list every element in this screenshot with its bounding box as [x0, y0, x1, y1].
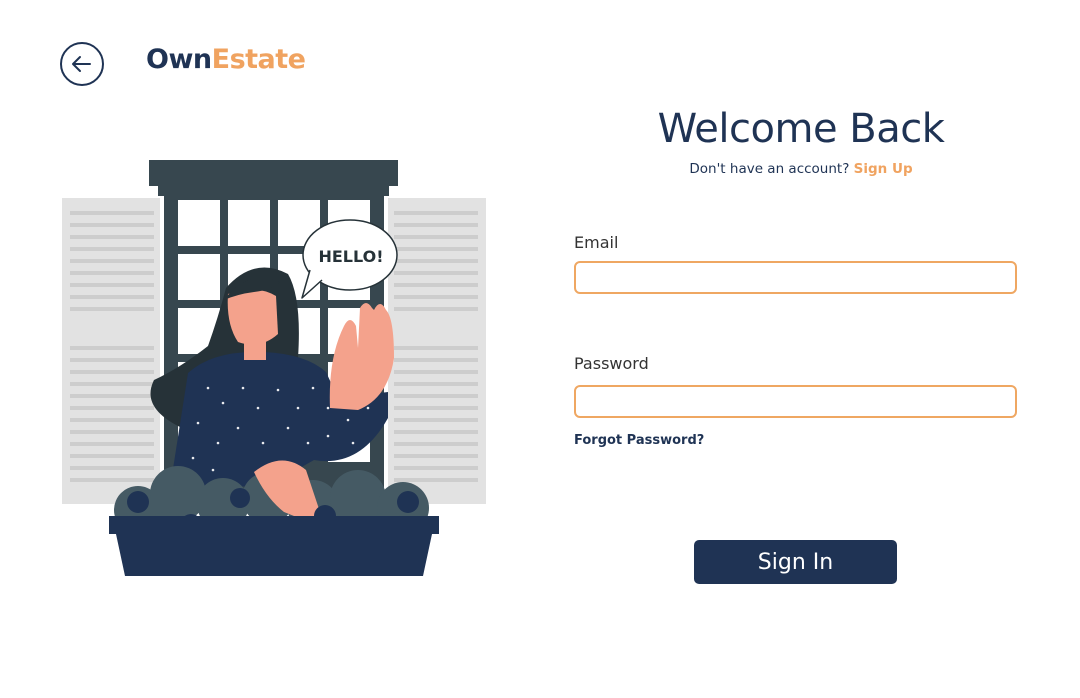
speech-bubble-text: HELLO! [318, 247, 383, 266]
sign-in-button[interactable]: Sign In [694, 540, 897, 584]
signup-prompt-text: Don't have an account? [689, 161, 850, 177]
password-label: Password [574, 354, 649, 373]
forgot-password-link[interactable]: Forgot Password? [574, 433, 704, 448]
brand-logo: OwnEstate [146, 44, 306, 75]
password-field[interactable] [574, 385, 1017, 418]
welcome-illustration: HELLO! [62, 160, 486, 576]
signup-link[interactable]: Sign Up [854, 161, 913, 177]
back-button[interactable] [60, 42, 104, 86]
email-field[interactable] [574, 261, 1017, 294]
arrow-left-icon [72, 56, 91, 72]
email-label: Email [574, 233, 619, 252]
brand-name-part2: Estate [211, 44, 306, 75]
page-title: Welcome Back [657, 106, 945, 152]
signup-prompt: Don't have an account? Sign Up [640, 161, 962, 177]
brand-name-part1: Own [146, 44, 212, 75]
